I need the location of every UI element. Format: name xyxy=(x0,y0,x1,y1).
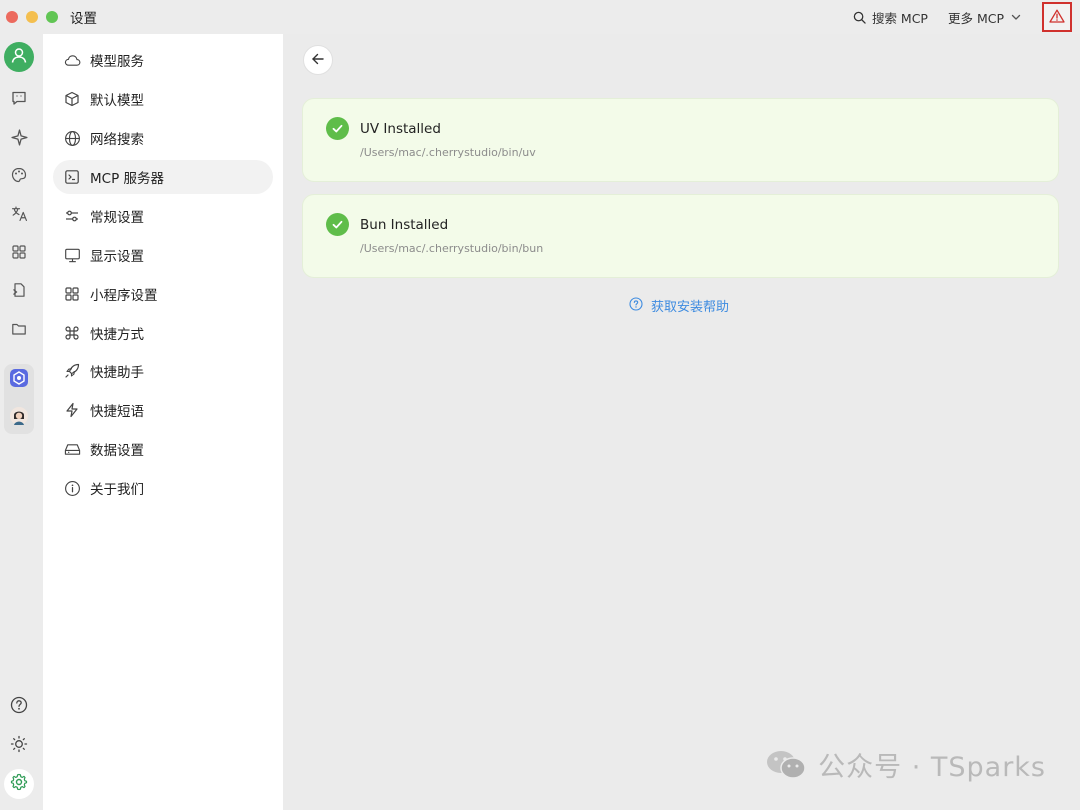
window-controls xyxy=(6,11,58,23)
user-icon xyxy=(10,46,28,68)
search-mcp-button[interactable]: 搜索 MCP xyxy=(853,8,928,27)
person-app-icon xyxy=(9,406,29,430)
warning-button[interactable] xyxy=(1042,2,1072,32)
card-title: UV Installed xyxy=(360,121,441,137)
close-window-button[interactable] xyxy=(6,11,18,23)
sidebar-item-shortcuts[interactable]: 快捷方式 xyxy=(53,316,273,350)
document-icon xyxy=(11,282,27,302)
rail-mini-app-2[interactable] xyxy=(6,405,32,431)
question-circle-icon xyxy=(629,296,643,315)
check-circle-icon xyxy=(326,117,349,140)
title-bar: 设置 搜索 MCP 更多 MCP xyxy=(0,0,1080,34)
sun-icon xyxy=(10,735,28,757)
rail-paintings[interactable] xyxy=(6,164,32,190)
grid-icon xyxy=(63,285,81,303)
globe-icon xyxy=(63,129,81,147)
check-circle-icon xyxy=(326,213,349,236)
sidebar-item-label: MCP 服务器 xyxy=(90,171,165,187)
monitor-icon xyxy=(63,246,81,264)
main-content: UV Installed /Users/mac/.cherrystudio/bi… xyxy=(283,34,1080,810)
info-icon xyxy=(63,479,81,497)
chat-icon xyxy=(11,90,27,110)
back-button[interactable] xyxy=(303,45,333,75)
sidebar-item-label: 常规设置 xyxy=(90,210,144,226)
sidebar-item-data-settings[interactable]: 数据设置 xyxy=(53,432,273,466)
cube-icon xyxy=(63,90,81,108)
zap-icon xyxy=(63,401,81,419)
sidebar-item-quick-phrases[interactable]: 快捷短语 xyxy=(53,393,273,427)
rail-translate[interactable] xyxy=(6,202,32,228)
window-title: 设置 xyxy=(70,11,97,27)
settings-sidebar: 模型服务 默认模型 网络搜索 MCP 服务器 常规设置 显示设置 小程序设置 快… xyxy=(43,34,283,810)
sidebar-item-web-search[interactable]: 网络搜索 xyxy=(53,121,273,155)
palette-icon xyxy=(11,167,27,187)
search-mcp-label: 搜索 MCP xyxy=(871,10,928,26)
install-help-link[interactable]: 获取安装帮助 xyxy=(629,296,729,315)
rail-agents[interactable] xyxy=(6,126,32,152)
bun-status-card: Bun Installed /Users/mac/.cherrystudio/b… xyxy=(302,194,1059,278)
gear-icon xyxy=(10,773,28,795)
sidebar-item-mini-app-settings[interactable]: 小程序设置 xyxy=(53,277,273,311)
sidebar-item-label: 关于我们 xyxy=(90,482,144,498)
command-icon xyxy=(63,324,81,342)
arrow-left-icon xyxy=(311,51,325,70)
card-path: /Users/mac/.cherrystudio/bin/uv xyxy=(360,146,536,159)
install-help-label: 获取安装帮助 xyxy=(651,300,730,315)
watermark-text: 公众号 · TSparks xyxy=(818,752,1046,783)
search-icon xyxy=(853,11,866,24)
uv-status-card: UV Installed /Users/mac/.cherrystudio/bi… xyxy=(302,98,1059,182)
rail-help[interactable] xyxy=(6,694,32,720)
rail-mini-app-1[interactable] xyxy=(6,367,32,393)
sidebar-item-default-model[interactable]: 默认模型 xyxy=(53,82,273,116)
rail-assistants[interactable] xyxy=(6,87,32,113)
rail-files[interactable] xyxy=(6,318,32,344)
chevron-down-icon xyxy=(1010,11,1022,23)
sparkle-icon xyxy=(10,128,28,150)
rail-mini-apps[interactable] xyxy=(6,241,32,267)
sidebar-item-label: 快捷助手 xyxy=(90,365,144,381)
sidebar-item-label: 显示设置 xyxy=(90,249,144,265)
hard-drive-icon xyxy=(63,440,81,458)
sidebar-item-label: 快捷方式 xyxy=(90,327,144,343)
sidebar-item-label: 数据设置 xyxy=(90,443,144,459)
sliders-icon xyxy=(63,207,81,225)
sidebar-item-label: 网络搜索 xyxy=(90,132,144,148)
card-path: /Users/mac/.cherrystudio/bin/bun xyxy=(360,242,544,255)
sidebar-item-quick-assistant[interactable]: 快捷助手 xyxy=(53,354,273,388)
rail-settings[interactable] xyxy=(4,769,34,799)
rail-theme[interactable] xyxy=(6,733,32,759)
zoom-window-button[interactable] xyxy=(46,11,58,23)
minimize-window-button[interactable] xyxy=(26,11,38,23)
terminal-icon xyxy=(63,168,81,186)
sidebar-item-mcp-servers[interactable]: MCP 服务器 xyxy=(53,160,273,194)
more-mcp-dropdown[interactable]: 更多 MCP xyxy=(948,8,1022,27)
sidebar-item-model-services[interactable]: 模型服务 xyxy=(53,43,273,77)
sidebar-item-label: 快捷短语 xyxy=(90,404,144,420)
more-mcp-label: 更多 MCP xyxy=(947,10,1004,26)
sidebar-item-label: 模型服务 xyxy=(90,54,144,70)
sidebar-item-general-settings[interactable]: 常规设置 xyxy=(53,199,273,233)
cloud-icon xyxy=(63,51,81,69)
folder-icon xyxy=(11,321,27,341)
card-title: Bun Installed xyxy=(360,217,449,233)
app-logo-icon xyxy=(9,368,29,392)
sidebar-item-about-us[interactable]: 关于我们 xyxy=(53,471,273,505)
sidebar-item-label: 小程序设置 xyxy=(90,288,158,304)
grid-icon xyxy=(11,244,27,264)
translate-icon xyxy=(11,205,28,226)
icon-rail xyxy=(0,34,43,810)
rail-documents[interactable] xyxy=(6,279,32,305)
user-avatar[interactable] xyxy=(4,42,34,72)
sidebar-item-display-settings[interactable]: 显示设置 xyxy=(53,238,273,272)
help-icon xyxy=(10,696,28,718)
warning-triangle-icon xyxy=(1049,8,1065,27)
watermark: 公众号 · TSparks xyxy=(766,745,1046,784)
wechat-logo-icon xyxy=(766,749,808,781)
rocket-icon xyxy=(63,362,81,380)
sidebar-item-label: 默认模型 xyxy=(90,93,144,109)
